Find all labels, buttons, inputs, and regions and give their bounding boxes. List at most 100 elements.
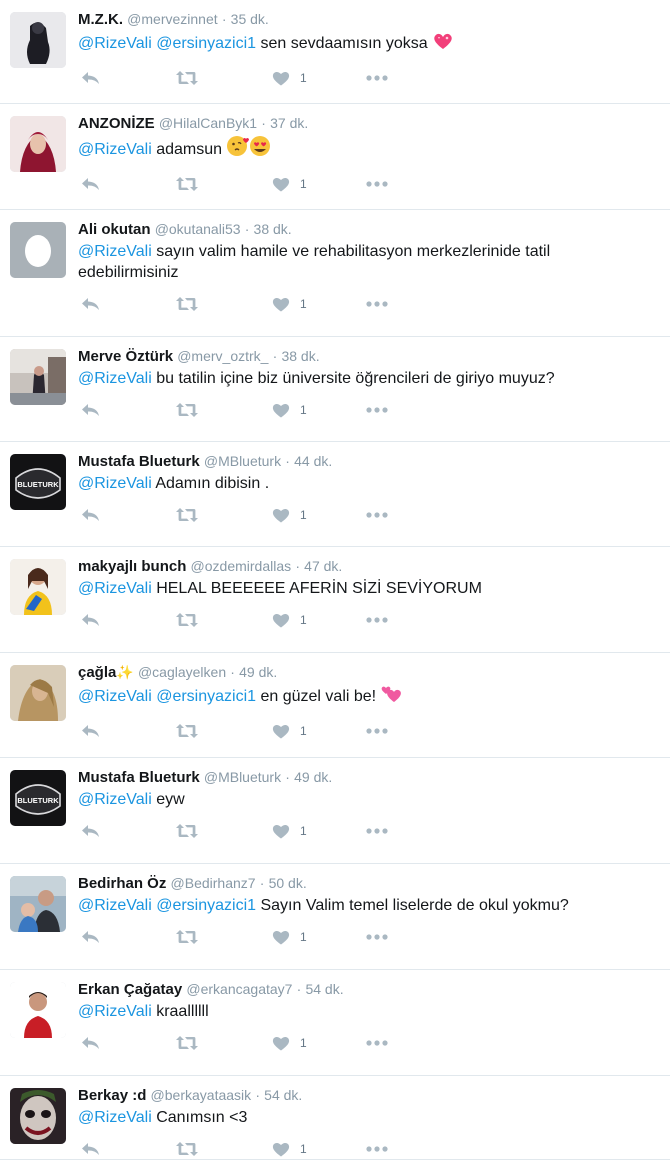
timestamp[interactable]: 38 dk.: [254, 221, 292, 237]
avatar[interactable]: BLUETURK: [10, 454, 66, 510]
mention-link[interactable]: @RizeVali: [78, 1003, 152, 1020]
timestamp[interactable]: 37 dk.: [270, 115, 308, 131]
more-button[interactable]: [366, 68, 388, 88]
reply-button[interactable]: [81, 927, 101, 947]
avatar[interactable]: [10, 982, 66, 1038]
mention-link[interactable]: @RizeVali: [78, 475, 152, 492]
tweet[interactable]: Ali okutan @okutanali53 · 38 dk. @RizeVa…: [0, 210, 670, 337]
reply-button[interactable]: [81, 400, 101, 420]
display-name[interactable]: Mustafa Blueturk: [78, 769, 200, 786]
retweet-button[interactable]: [175, 1033, 199, 1053]
retweet-button[interactable]: [175, 294, 199, 314]
retweet-button[interactable]: [175, 927, 199, 947]
tweet[interactable]: Erkan Çağatay @erkancagatay7 · 54 dk. @R…: [0, 970, 670, 1076]
avatar[interactable]: [10, 876, 66, 932]
timestamp[interactable]: 54 dk.: [264, 1087, 302, 1103]
reply-button[interactable]: [81, 294, 101, 314]
avatar[interactable]: [10, 222, 66, 278]
tweet[interactable]: Merve Öztürk @merv_oztrk_ · 38 dk. @Rize…: [0, 337, 670, 442]
display-name[interactable]: ANZONİZE: [78, 115, 155, 132]
avatar[interactable]: [10, 349, 66, 405]
like-button[interactable]: 1: [272, 400, 307, 420]
mention-link[interactable]: @RizeVali: [78, 141, 152, 158]
retweet-button[interactable]: [175, 505, 199, 525]
mention-link[interactable]: @RizeVali: [78, 35, 152, 52]
avatar[interactable]: [10, 116, 66, 172]
display-name[interactable]: Bedirhan Öz: [78, 875, 166, 892]
retweet-button[interactable]: [175, 68, 199, 88]
more-button[interactable]: [366, 174, 388, 194]
like-button[interactable]: 1: [272, 927, 307, 947]
timestamp[interactable]: 47 dk.: [304, 558, 342, 574]
like-button[interactable]: 1: [272, 294, 307, 314]
tweet[interactable]: BLUETURK Mustafa Blueturk @MBlueturk · 4…: [0, 442, 670, 547]
tweet[interactable]: çağla✨ @caglayelken · 49 dk. @RizeVali @…: [0, 653, 670, 758]
username[interactable]: @berkayataasik: [151, 1087, 252, 1103]
like-button[interactable]: 1: [272, 1139, 307, 1159]
avatar[interactable]: BLUETURK: [10, 770, 66, 826]
retweet-button[interactable]: [175, 821, 199, 841]
more-button[interactable]: [366, 1033, 388, 1053]
username[interactable]: @mervezinnet: [127, 11, 217, 27]
like-button[interactable]: 1: [272, 610, 307, 630]
avatar[interactable]: [10, 12, 66, 68]
display-name[interactable]: çağla: [78, 664, 116, 681]
more-button[interactable]: [366, 1139, 388, 1159]
username[interactable]: @MBlueturk: [204, 453, 281, 469]
tweet[interactable]: Berkay :d @berkayataasik · 54 dk. @RizeV…: [0, 1076, 670, 1160]
display-name[interactable]: makyajlı bunch: [78, 558, 186, 575]
reply-button[interactable]: [81, 1033, 101, 1053]
display-name[interactable]: Berkay :d: [78, 1087, 146, 1104]
more-button[interactable]: [366, 721, 388, 741]
mention-link[interactable]: @ersinyazici1: [156, 688, 256, 705]
like-button[interactable]: 1: [272, 721, 307, 741]
username[interactable]: @merv_oztrk_: [177, 348, 268, 364]
more-button[interactable]: [366, 927, 388, 947]
avatar[interactable]: [10, 559, 66, 615]
username[interactable]: @erkancagatay7: [186, 981, 292, 997]
more-button[interactable]: [366, 610, 388, 630]
like-button[interactable]: 1: [272, 174, 307, 194]
tweet[interactable]: Bedirhan Öz @Bedirhanz7 · 50 dk. @RizeVa…: [0, 864, 670, 970]
timestamp[interactable]: 38 dk.: [281, 348, 319, 364]
mention-link[interactable]: @RizeVali: [78, 580, 152, 597]
timestamp[interactable]: 49 dk.: [239, 664, 277, 680]
more-button[interactable]: [366, 400, 388, 420]
reply-button[interactable]: [81, 68, 101, 88]
tweet[interactable]: M.Z.K. @mervezinnet · 35 dk. @RizeVali @…: [0, 0, 670, 104]
username[interactable]: @ozdemirdallas: [191, 558, 292, 574]
timestamp[interactable]: 54 dk.: [305, 981, 343, 997]
display-name[interactable]: Erkan Çağatay: [78, 981, 182, 998]
username[interactable]: @okutanali53: [155, 221, 241, 237]
retweet-button[interactable]: [175, 610, 199, 630]
reply-button[interactable]: [81, 721, 101, 741]
like-button[interactable]: 1: [272, 68, 307, 88]
timestamp[interactable]: 35 dk.: [231, 11, 269, 27]
reply-button[interactable]: [81, 1139, 101, 1159]
timestamp[interactable]: 50 dk.: [269, 875, 307, 891]
display-name[interactable]: M.Z.K.: [78, 11, 123, 28]
mention-link[interactable]: @RizeVali: [78, 897, 152, 914]
avatar[interactable]: [10, 665, 66, 721]
timestamp[interactable]: 49 dk.: [294, 769, 332, 785]
mention-link[interactable]: @RizeVali: [78, 1109, 152, 1126]
more-button[interactable]: [366, 505, 388, 525]
mention-link[interactable]: @RizeVali: [78, 688, 152, 705]
display-name[interactable]: Mustafa Blueturk: [78, 453, 200, 470]
retweet-button[interactable]: [175, 174, 199, 194]
like-button[interactable]: 1: [272, 821, 307, 841]
more-button[interactable]: [366, 294, 388, 314]
mention-link[interactable]: @ersinyazici1: [156, 35, 256, 52]
display-name[interactable]: Merve Öztürk: [78, 348, 173, 365]
retweet-button[interactable]: [175, 1139, 199, 1159]
more-button[interactable]: [366, 821, 388, 841]
username[interactable]: @HilalCanByk1: [159, 115, 257, 131]
username[interactable]: @MBlueturk: [204, 769, 281, 785]
mention-link[interactable]: @RizeVali: [78, 370, 152, 387]
tweet[interactable]: makyajlı bunch @ozdemirdallas · 47 dk. @…: [0, 547, 670, 653]
reply-button[interactable]: [81, 610, 101, 630]
like-button[interactable]: 1: [272, 1033, 307, 1053]
mention-link[interactable]: @ersinyazici1: [156, 897, 256, 914]
username[interactable]: @Bedirhanz7: [171, 875, 256, 891]
tweet[interactable]: BLUETURK Mustafa Blueturk @MBlueturk · 4…: [0, 758, 670, 864]
